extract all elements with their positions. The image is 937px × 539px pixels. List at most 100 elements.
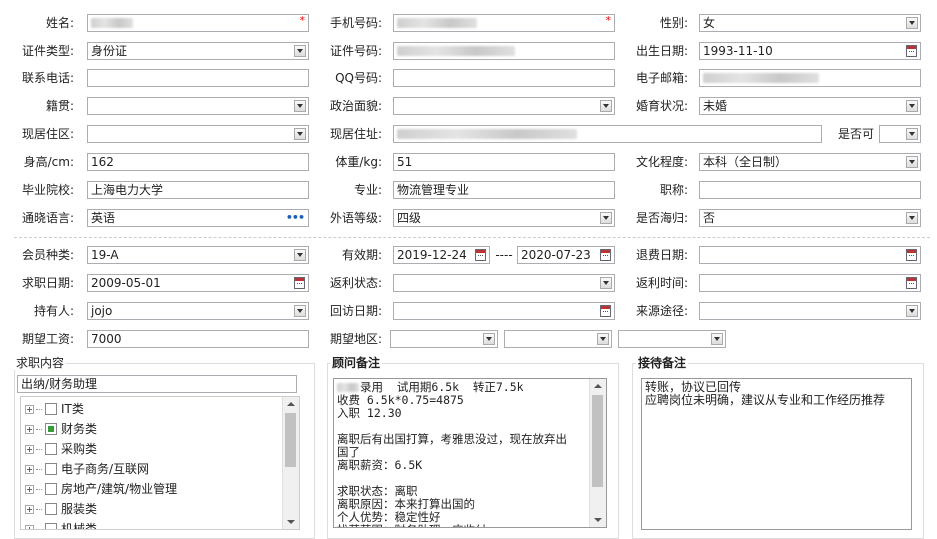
chevron-down-icon [294, 249, 306, 261]
chevron-down-icon [600, 100, 612, 112]
public-select[interactable] [879, 125, 921, 143]
public-label: 是否可 [837, 127, 874, 141]
chevron-down-icon [294, 305, 306, 317]
id-type-select[interactable]: 身份证 [87, 42, 309, 60]
language-level-select[interactable]: 四级 [393, 209, 615, 227]
more-icon[interactable]: ••• [286, 210, 305, 226]
overseas-select[interactable]: 否 [699, 209, 921, 227]
tree-item-label: 采购类 [61, 442, 98, 456]
area-district-select[interactable] [618, 330, 726, 348]
mobile-input[interactable]: * [393, 14, 615, 32]
gender-select[interactable]: 女 [699, 14, 921, 32]
chevron-down-icon [600, 212, 612, 224]
expand-icon[interactable] [25, 505, 34, 514]
marital-select[interactable]: 未婚 [699, 97, 921, 115]
qq-label: QQ号码: [335, 71, 382, 85]
calendar-icon[interactable] [906, 249, 917, 261]
consultant-notes-textarea[interactable]: 录用 试用期6.5k 转正7.5k 收费 6.5k*0.75=4875 入职 12.… [333, 378, 607, 528]
expand-icon[interactable] [25, 525, 34, 529]
weight-label: 体重/kg: [335, 155, 382, 169]
valid-to-input[interactable]: 2020-07-23 [517, 246, 615, 264]
reception-notes-textarea[interactable]: 转账，协议已回传 应聘岗位未明确，建议从专业和工作经历推荐 [641, 378, 912, 530]
expand-icon[interactable] [25, 425, 34, 434]
chevron-down-icon [906, 100, 918, 112]
checkbox[interactable] [45, 483, 57, 495]
district-label: 现居住区: [21, 127, 74, 141]
rebate-status-select[interactable] [393, 274, 615, 292]
calendar-icon[interactable] [906, 45, 917, 57]
height-input[interactable]: 162 [87, 153, 309, 171]
chevron-down-icon [294, 100, 306, 112]
id-number-input[interactable] [393, 42, 615, 60]
job-date-label: 求职日期: [21, 276, 74, 290]
district-select[interactable] [87, 125, 309, 143]
height-label: 身高/cm: [23, 155, 74, 169]
valid-from-input[interactable]: 2019-12-24 [393, 246, 490, 264]
name-input[interactable]: * [87, 14, 309, 32]
language-level-label: 外语等级: [329, 211, 382, 225]
job-title-label: 职称: [659, 183, 688, 197]
refund-date-input[interactable] [699, 246, 921, 264]
rebate-time-input[interactable] [699, 274, 921, 292]
scroll-thumb[interactable] [285, 413, 296, 467]
job-title-input[interactable] [699, 181, 921, 199]
member-type-select[interactable]: 19-A [87, 246, 309, 264]
scroll-down-icon[interactable] [283, 515, 299, 529]
notes-scrollbar[interactable] [589, 379, 606, 527]
area-province-select[interactable] [390, 330, 498, 348]
expand-icon[interactable] [25, 445, 34, 454]
tree-item-label: 电子商务/互联网 [61, 462, 150, 476]
job-content-selected-input[interactable]: 出纳/财务助理 [17, 375, 297, 393]
native-place-select[interactable] [87, 97, 309, 115]
chevron-down-icon [294, 45, 306, 57]
marital-label: 婚育状况: [635, 99, 688, 113]
scroll-thumb[interactable] [592, 395, 603, 487]
native-place-label: 籍贯: [45, 99, 74, 113]
overseas-label: 是否海归: [635, 211, 688, 225]
language-input[interactable]: 英语 ••• [87, 209, 309, 227]
scroll-down-icon[interactable] [590, 513, 606, 527]
checkbox[interactable] [45, 403, 57, 415]
expand-icon[interactable] [25, 405, 34, 414]
address-input[interactable] [393, 125, 822, 143]
school-input[interactable]: 上海电力大学 [87, 181, 309, 199]
reception-notes-legend: 接待备注 [636, 356, 689, 370]
calendar-icon[interactable] [600, 305, 611, 317]
chevron-down-icon [294, 128, 306, 140]
contact-phone-input[interactable] [87, 69, 309, 87]
section-divider [14, 237, 930, 238]
checkbox[interactable] [45, 423, 57, 435]
scroll-up-icon[interactable] [283, 397, 299, 411]
expand-icon[interactable] [25, 485, 34, 494]
major-input[interactable]: 物流管理专业 [393, 181, 615, 199]
qq-input[interactable] [393, 69, 615, 87]
holder-select[interactable]: jojo [87, 302, 309, 320]
calendar-icon[interactable] [475, 249, 486, 261]
contact-phone-label: 联系电话: [21, 71, 74, 85]
calendar-icon[interactable] [600, 249, 611, 261]
note-line: 入职 12.30 [337, 406, 402, 420]
checkbox[interactable] [45, 443, 57, 455]
tree-item-label: 机械类 [61, 522, 98, 530]
job-date-input[interactable]: 2009-05-01 [87, 274, 309, 292]
checkbox[interactable] [45, 463, 57, 475]
education-select[interactable]: 本科（全日制） [699, 153, 921, 171]
holder-label: 持有人: [33, 304, 74, 318]
source-select[interactable] [699, 302, 921, 320]
name-label: 姓名: [45, 16, 74, 30]
calendar-icon[interactable] [294, 277, 305, 289]
scroll-up-icon[interactable] [590, 379, 606, 393]
calendar-icon[interactable] [906, 277, 917, 289]
salary-input[interactable]: 7000 [87, 330, 309, 348]
checkbox[interactable] [45, 503, 57, 515]
checkbox[interactable] [45, 523, 57, 529]
political-select[interactable] [393, 97, 615, 115]
expand-icon[interactable] [25, 465, 34, 474]
weight-input[interactable]: 51 [393, 153, 615, 171]
major-label: 专业: [353, 183, 382, 197]
area-city-select[interactable] [504, 330, 612, 348]
tree-scrollbar[interactable] [282, 397, 299, 529]
email-input[interactable] [699, 69, 921, 87]
visit-date-input[interactable] [393, 302, 615, 320]
birth-date-input[interactable]: 1993-11-10 [699, 42, 921, 60]
